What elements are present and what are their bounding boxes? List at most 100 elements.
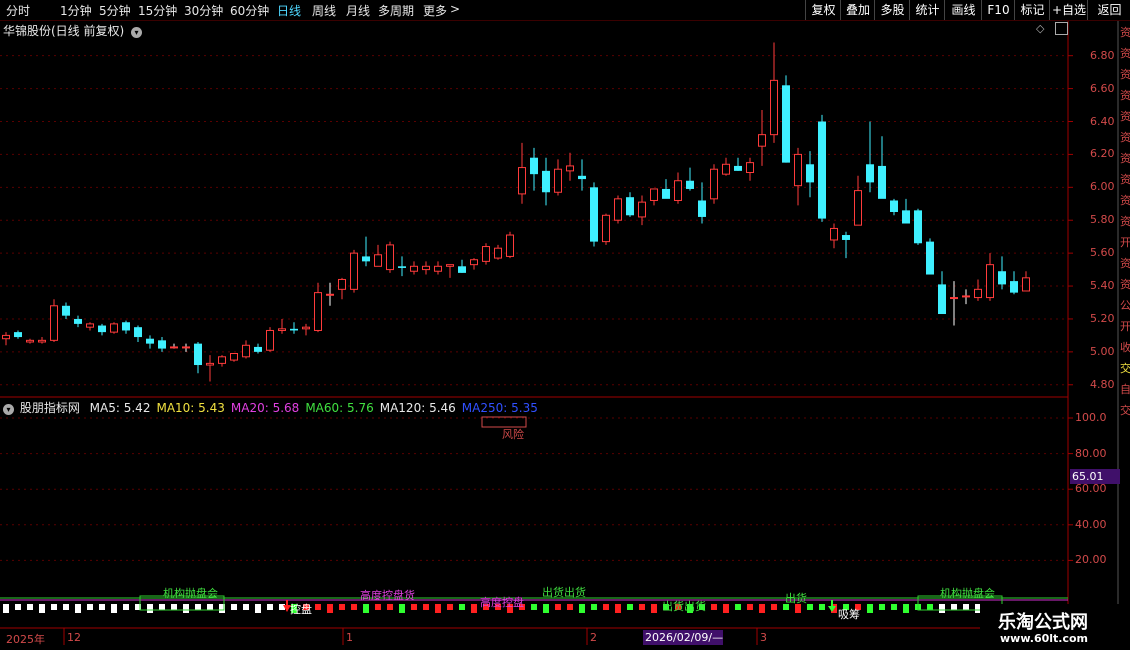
signal-label-3: 高度控盘 <box>480 596 524 609</box>
signal-bar <box>207 604 213 610</box>
period-tab-1[interactable]: 1分钟 <box>60 2 92 19</box>
signal-bar <box>447 604 453 610</box>
toolbar-action-5[interactable]: F10 <box>981 0 1015 20</box>
candle-body <box>626 197 634 216</box>
price-tick-label: 4.80 <box>1090 377 1115 391</box>
signal-bar <box>315 604 321 610</box>
chevron-down-icon[interactable]: ▾ <box>131 27 143 38</box>
signal-bar <box>939 604 945 613</box>
period-tab-3[interactable]: 15分钟 <box>138 2 177 19</box>
signal-bar <box>339 604 345 610</box>
signal-bar <box>183 604 189 613</box>
signal-bar <box>351 604 357 610</box>
signal-bar <box>195 604 201 610</box>
candle-body <box>650 188 658 201</box>
signal-bar <box>171 604 177 610</box>
ma-value: 5.42 <box>119 401 151 415</box>
candle-body <box>206 362 214 366</box>
toolbar-action-0[interactable]: 复权 <box>805 0 841 20</box>
signal-bar <box>603 604 609 610</box>
toolbar-action-1[interactable]: 叠加 <box>840 0 875 20</box>
right-edge-char: 公 <box>1120 299 1130 312</box>
candle-body <box>50 305 58 341</box>
signal-bar <box>423 604 429 610</box>
period-tab-10[interactable]: 更多 <box>423 2 447 19</box>
candle-body <box>338 278 346 290</box>
candle-body <box>86 323 94 328</box>
signal-bar <box>759 604 765 613</box>
candle-body <box>158 340 166 349</box>
signal-bar <box>327 604 333 613</box>
candle-body <box>218 356 226 364</box>
toolbar-action-6[interactable]: 标记 <box>1014 0 1050 20</box>
period-tab-8[interactable]: 月线 <box>346 2 370 19</box>
period-tab-4[interactable]: 30分钟 <box>184 2 223 19</box>
signal-label-4: 出货出货 <box>542 586 586 599</box>
signal-bar <box>951 604 957 610</box>
candle-body <box>902 210 910 224</box>
ma-label: MA5: <box>89 401 120 415</box>
period-tab-6[interactable]: 日线 <box>277 2 301 19</box>
candle-body <box>122 322 130 331</box>
price-tick-label: 5.00 <box>1090 344 1115 358</box>
signal-bar <box>123 604 129 610</box>
price-tick-label: 6.80 <box>1090 48 1115 62</box>
price-tick-label: 6.20 <box>1090 147 1115 161</box>
candle-body <box>590 187 598 242</box>
right-edge-char: 自 <box>1120 383 1130 396</box>
indicator-chevron-icon[interactable]: ▾ <box>3 404 14 415</box>
toolbar-action-2[interactable]: 多股 <box>874 0 910 20</box>
signal-bar <box>387 604 393 610</box>
right-edge-char: 开 <box>1120 320 1130 333</box>
candle-body <box>62 305 70 316</box>
candle-body <box>1022 277 1030 292</box>
candle-body <box>914 210 922 244</box>
signal-bar <box>15 604 21 610</box>
candle-body <box>662 188 670 199</box>
candle-body <box>458 266 466 273</box>
candle-body <box>554 168 562 193</box>
ma-label: MA60: <box>305 401 344 415</box>
diamond-icon[interactable]: ◇ <box>1036 22 1044 35</box>
kline-chart-canvas[interactable] <box>0 0 1130 650</box>
period-tab-7[interactable]: 周线 <box>312 2 336 19</box>
toolbar-action-4[interactable]: 画线 <box>944 0 982 20</box>
period-tab-0[interactable]: 分时 <box>6 2 30 19</box>
indicator-name: 股朋指标网 <box>19 401 80 415</box>
signal-bar <box>735 604 741 610</box>
toolbar-action-3[interactable]: 统计 <box>909 0 945 20</box>
ma-label: MA120: <box>379 401 426 415</box>
signal-label-6: 出货 <box>785 592 807 605</box>
candle-body <box>926 241 934 275</box>
candle-body <box>134 327 142 338</box>
date-cursor-tag: 2026/02/09/— <box>643 630 724 645</box>
price-tick-label: 6.60 <box>1090 81 1115 95</box>
candle-body <box>494 247 502 259</box>
signal-bar <box>279 604 285 610</box>
period-tab-5[interactable]: 60分钟 <box>230 2 269 19</box>
signal-bar <box>363 604 369 613</box>
chevron-right-icon[interactable]: > <box>450 2 460 16</box>
window-icon[interactable] <box>1055 22 1068 35</box>
candle-body <box>938 284 946 315</box>
ma-item-4: MA120: 5.46 <box>380 401 456 415</box>
signal-bar <box>963 604 969 610</box>
period-tab-2[interactable]: 5分钟 <box>99 2 131 19</box>
signal-bar <box>267 604 273 610</box>
right-edge-char: 资 <box>1120 194 1130 207</box>
candle-body <box>770 79 778 136</box>
stock-name-label: 华锦股份(日线 前复权) <box>3 24 125 38</box>
right-edge-char: 资 <box>1120 68 1130 81</box>
price-tick-label: 5.20 <box>1090 311 1115 325</box>
toolbar-action-7[interactable]: +自选 <box>1049 0 1088 20</box>
toolbar-action-8[interactable]: 返回 <box>1087 0 1130 20</box>
candle-body <box>410 265 418 272</box>
brand-url: www.60lt.com <box>1000 632 1089 645</box>
candle-body <box>962 295 970 298</box>
brand-name: 乐淘公式网 <box>998 612 1088 633</box>
candle-body <box>746 162 754 174</box>
signal-bar <box>243 604 249 610</box>
signal-label-8: 机构抛盘会 <box>940 587 995 600</box>
signal-bar <box>51 604 57 610</box>
period-tab-9[interactable]: 多周期 <box>378 2 414 19</box>
